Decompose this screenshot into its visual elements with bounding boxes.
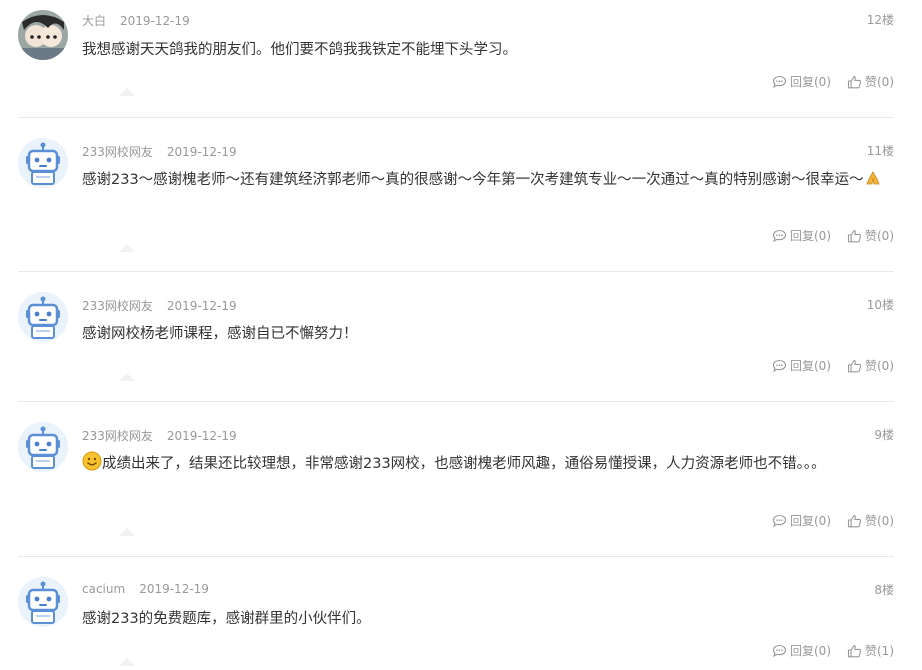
avatar[interactable]: [18, 577, 68, 627]
comment-text: 我想感谢天天鸽我的朋友们。他们要不鸽我我铁定不能埋下头学习。: [82, 42, 517, 58]
reply-button[interactable]: 回复(0): [772, 357, 831, 374]
comment-bubble-icon: [772, 75, 787, 88]
comment-text: 成绩出来了，结果还比较理想，非常感谢233网校，也感谢槐老师风趣，通俗易懂授课，…: [82, 451, 882, 480]
comment-bubble-icon: [772, 229, 787, 242]
comment-date: 2019-12-19: [139, 582, 209, 596]
thumbs-up-icon: [847, 75, 862, 88]
reply-label: 回复(0): [790, 75, 831, 89]
robot-avatar-icon: [18, 422, 68, 472]
robot-avatar-icon: [18, 138, 68, 188]
comment-date: 2019-12-19: [166, 429, 237, 443]
avatar[interactable]: [18, 138, 68, 188]
comment-date: 2019-12-19: [120, 14, 190, 28]
comment-text: 感谢233～感谢槐老师～还有建筑经济郭老师～真的很感谢～今年第一次考建筑专业～一…: [82, 167, 882, 196]
robot-avatar-icon: [18, 577, 68, 627]
username[interactable]: 大白: [82, 14, 106, 28]
comment-text-body: 感谢233～感谢槐老师～还有建筑经济郭老师～真的很感谢～今年第一次考建筑专业～一…: [82, 172, 864, 188]
like-label: 赞(0): [865, 514, 894, 528]
comment-date: 2019-12-19: [166, 299, 237, 313]
comment-actions: 回复(0) 赞(0): [772, 512, 894, 529]
comment-text: 感谢233的免费题库，感谢群里的小伙伴们。: [82, 611, 371, 627]
username[interactable]: 233网校网友: [82, 429, 153, 443]
username[interactable]: 233网校网友: [82, 145, 153, 159]
comment-date: 2019-12-19: [166, 145, 237, 159]
reply-box-pointer: [119, 658, 135, 666]
username[interactable]: cacium: [82, 582, 125, 596]
comment-actions: 回复(0) 赞(0): [772, 357, 894, 374]
reply-label: 回复(0): [790, 229, 831, 243]
floor-number: 8楼: [874, 583, 894, 597]
comment-bubble-icon: [772, 514, 787, 527]
comment-meta: 233网校网友 2019-12-19: [82, 427, 237, 444]
thumbs-up-icon: [847, 514, 862, 527]
comment-item: 233网校网友 2019-12-19 9楼 成绩出来了，结果还比较理想，非常感谢2…: [0, 402, 922, 556]
comment-meta: 大白 2019-12-19: [82, 12, 190, 29]
like-button[interactable]: 赞(1): [847, 642, 894, 659]
comment-item: 233网校网友 2019-12-19 10楼 感谢网校杨老师课程，感谢自已不懈努力…: [0, 272, 922, 401]
comment-item: 233网校网友 2019-12-19 11楼 感谢233～感谢槐老师～还有建筑经济…: [0, 118, 922, 271]
comment-actions: 回复(0) 赞(0): [772, 227, 894, 244]
thumbs-up-icon: [847, 359, 862, 372]
comment-bubble-icon: [772, 359, 787, 372]
like-button[interactable]: 赞(0): [847, 357, 894, 374]
comment-meta: cacium 2019-12-19: [82, 582, 209, 596]
photo-avatar-icon: [18, 10, 68, 60]
avatar[interactable]: [18, 10, 68, 60]
robot-avatar-icon: [18, 292, 68, 342]
comment-meta: 233网校网友 2019-12-19: [82, 143, 237, 160]
like-button[interactable]: 赞(0): [847, 73, 894, 90]
like-label: 赞(0): [865, 229, 894, 243]
comment-item: 大白 2019-12-19 12楼 我想感谢天天鸽我的朋友们。他们要不鸽我我铁定不…: [0, 0, 922, 118]
reply-button[interactable]: 回复(0): [772, 73, 831, 90]
floor-number: 11楼: [866, 144, 894, 158]
avatar[interactable]: [18, 422, 68, 472]
avatar[interactable]: [18, 292, 68, 342]
floor-number: 12楼: [866, 13, 894, 27]
floor-number: 10楼: [866, 298, 894, 312]
reply-label: 回复(0): [790, 514, 831, 528]
comment-text: 感谢网校杨老师课程，感谢自已不懈努力！: [82, 326, 358, 342]
reply-button[interactable]: 回复(0): [772, 227, 831, 244]
comment-meta: 233网校网友 2019-12-19: [82, 297, 237, 314]
reply-box-pointer: [119, 88, 135, 96]
like-label: 赞(1): [865, 644, 894, 658]
username[interactable]: 233网校网友: [82, 299, 153, 313]
reply-label: 回复(0): [790, 359, 831, 373]
reply-button[interactable]: 回复(0): [772, 512, 831, 529]
reply-box-pointer: [119, 373, 135, 381]
smiley-emoji-icon: [82, 451, 102, 480]
reply-button[interactable]: 回复(0): [772, 642, 831, 659]
reply-label: 回复(0): [790, 644, 831, 658]
reply-box-pointer: [119, 528, 135, 536]
floor-number: 9楼: [874, 428, 894, 442]
like-label: 赞(0): [865, 359, 894, 373]
folded-hands-emoji-icon: [864, 169, 882, 196]
comment-bubble-icon: [772, 644, 787, 657]
reply-box-pointer: [119, 244, 135, 252]
thumbs-up-icon: [847, 229, 862, 242]
like-label: 赞(0): [865, 75, 894, 89]
thumbs-up-icon: [847, 644, 862, 657]
like-button[interactable]: 赞(0): [847, 227, 894, 244]
comment-actions: 回复(0) 赞(1): [772, 642, 894, 659]
comment-text-body: 成绩出来了，结果还比较理想，非常感谢233网校，也感谢槐老师风趣，通俗易懂授课，…: [102, 456, 826, 472]
comment-actions: 回复(0) 赞(0): [772, 73, 894, 90]
comment-item: cacium 2019-12-19 8楼 感谢233的免费题库，感谢群里的小伙伴们…: [0, 557, 922, 670]
like-button[interactable]: 赞(0): [847, 512, 894, 529]
